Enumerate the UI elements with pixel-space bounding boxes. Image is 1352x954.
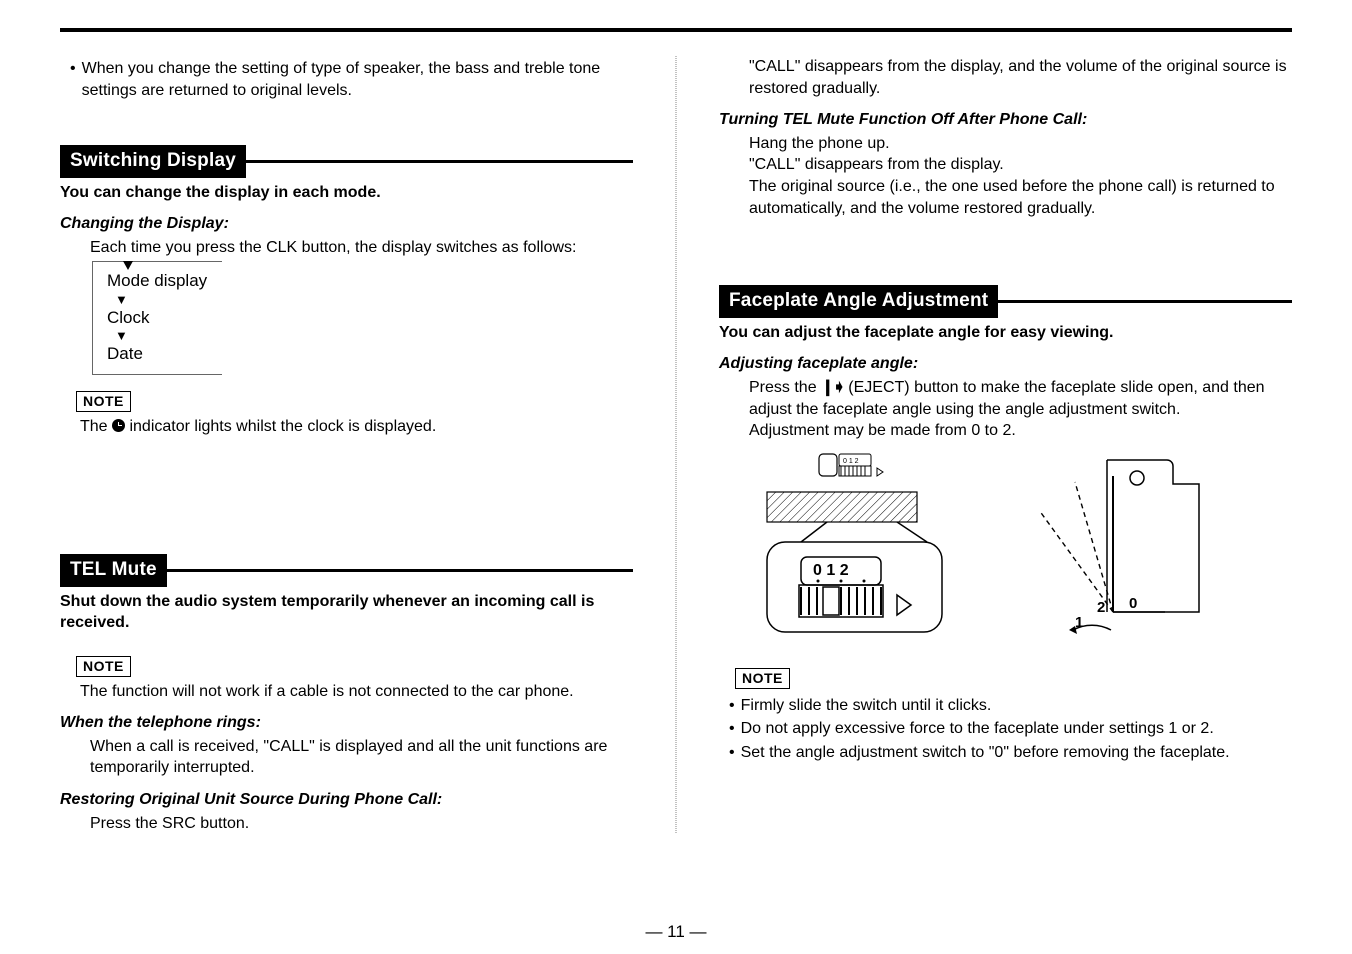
speaker-note-bullet: • When you change the setting of type of… xyxy=(60,58,633,101)
right-column: "CALL" disappears from the display, and … xyxy=(719,56,1292,834)
faceplate-header: Faceplate Angle Adjustment xyxy=(719,285,1292,318)
display-flow-diagram: Mode display ▼ Clock ▼ Date xyxy=(92,261,222,376)
note-text: Firmly slide the switch until it clicks. xyxy=(741,695,992,717)
note-text: Set the angle adjustment switch to "0" b… xyxy=(741,742,1230,764)
arrow-down-icon: ▼ xyxy=(115,295,222,305)
clock-indicator-note: The indicator lights whilst the clock is… xyxy=(80,416,633,438)
bullet-icon: • xyxy=(70,58,76,101)
flow-date: Date xyxy=(107,343,222,366)
columns: • When you change the setting of type of… xyxy=(60,56,1292,834)
svg-text:2: 2 xyxy=(1097,599,1105,616)
continuation-text: "CALL" disappears from the display, and … xyxy=(749,56,1292,99)
faceplate-lead: You can adjust the faceplate angle for e… xyxy=(719,322,1292,344)
switching-display-title: Switching Display xyxy=(60,145,246,178)
tel-note-body: The function will not work if a cable is… xyxy=(80,681,633,703)
svg-text:0 1 2: 0 1 2 xyxy=(813,562,849,579)
adjusting-body-2: Adjustment may be made from 0 to 2. xyxy=(749,420,1292,442)
left-column: • When you change the setting of type of… xyxy=(60,56,633,834)
bullet-icon: • xyxy=(729,695,735,717)
header-rule xyxy=(246,160,633,163)
adj-body-a: Press the xyxy=(749,379,821,396)
switching-display-header: Switching Display xyxy=(60,145,633,178)
note-text-a: The xyxy=(80,418,112,435)
adjusting-sub: Adjusting faceplate angle: xyxy=(719,353,1292,375)
changing-display-sub: Changing the Display: xyxy=(60,213,633,235)
clock-icon xyxy=(112,419,125,432)
switch-diagram: 0 1 2 xyxy=(749,452,959,642)
note-label: NOTE xyxy=(76,391,131,412)
header-rule xyxy=(998,300,1292,303)
switching-lead: You can change the display in each mode. xyxy=(60,182,633,204)
faceplate-diagrams: 0 1 2 xyxy=(749,452,1292,642)
tel-ring-sub: When the telephone rings: xyxy=(60,712,633,734)
tel-lead: Shut down the audio system temporarily w… xyxy=(60,591,633,634)
flow-clock: Clock xyxy=(107,307,222,330)
note-text-b: indicator lights whilst the clock is dis… xyxy=(125,418,436,435)
flow-mode: Mode display xyxy=(107,270,222,293)
turnoff-body3: The original source (i.e., the one used … xyxy=(749,176,1292,219)
changing-display-body: Each time you press the CLK button, the … xyxy=(90,237,633,259)
turnoff-sub: Turning TEL Mute Function Off After Phon… xyxy=(719,109,1292,131)
note-label: NOTE xyxy=(735,668,790,689)
turnoff-body2: "CALL" disappears from the display. xyxy=(749,154,1292,176)
tilt-diagram: 0 2 1 xyxy=(1019,452,1209,642)
arrow-down-icon: ▼ xyxy=(115,331,222,341)
tel-mute-title: TEL Mute xyxy=(60,554,167,587)
eject-icon: ❙➧ xyxy=(821,379,844,396)
svg-text:0: 0 xyxy=(1129,595,1137,612)
faceplate-note-2: • Do not apply excessive force to the fa… xyxy=(719,718,1292,740)
note-text: Do not apply excessive force to the face… xyxy=(741,718,1214,740)
tel-mute-header: TEL Mute xyxy=(60,554,633,587)
tel-restore-sub: Restoring Original Unit Source During Ph… xyxy=(60,789,633,811)
top-rule xyxy=(60,28,1292,32)
faceplate-title: Faceplate Angle Adjustment xyxy=(719,285,998,318)
header-rule xyxy=(167,569,633,572)
faceplate-note-1: • Firmly slide the switch until it click… xyxy=(719,695,1292,717)
page: • When you change the setting of type of… xyxy=(0,0,1352,954)
faceplate-note-3: • Set the angle adjustment switch to "0"… xyxy=(719,742,1292,764)
column-divider xyxy=(675,56,677,834)
adjusting-body: Press the ❙➧ (EJECT) button to make the … xyxy=(749,377,1292,420)
turnoff-body1: Hang the phone up. xyxy=(749,133,1292,155)
tel-ring-body: When a call is received, "CALL" is displ… xyxy=(90,736,633,779)
page-number: — 11 — xyxy=(0,921,1352,944)
bullet-icon: • xyxy=(729,742,735,764)
note-label: NOTE xyxy=(76,656,131,677)
svg-text:0 1 2: 0 1 2 xyxy=(843,458,859,465)
bullet-icon: • xyxy=(729,718,735,740)
tel-restore-body: Press the SRC button. xyxy=(90,813,633,835)
speaker-note-text: When you change the setting of type of s… xyxy=(82,58,633,101)
